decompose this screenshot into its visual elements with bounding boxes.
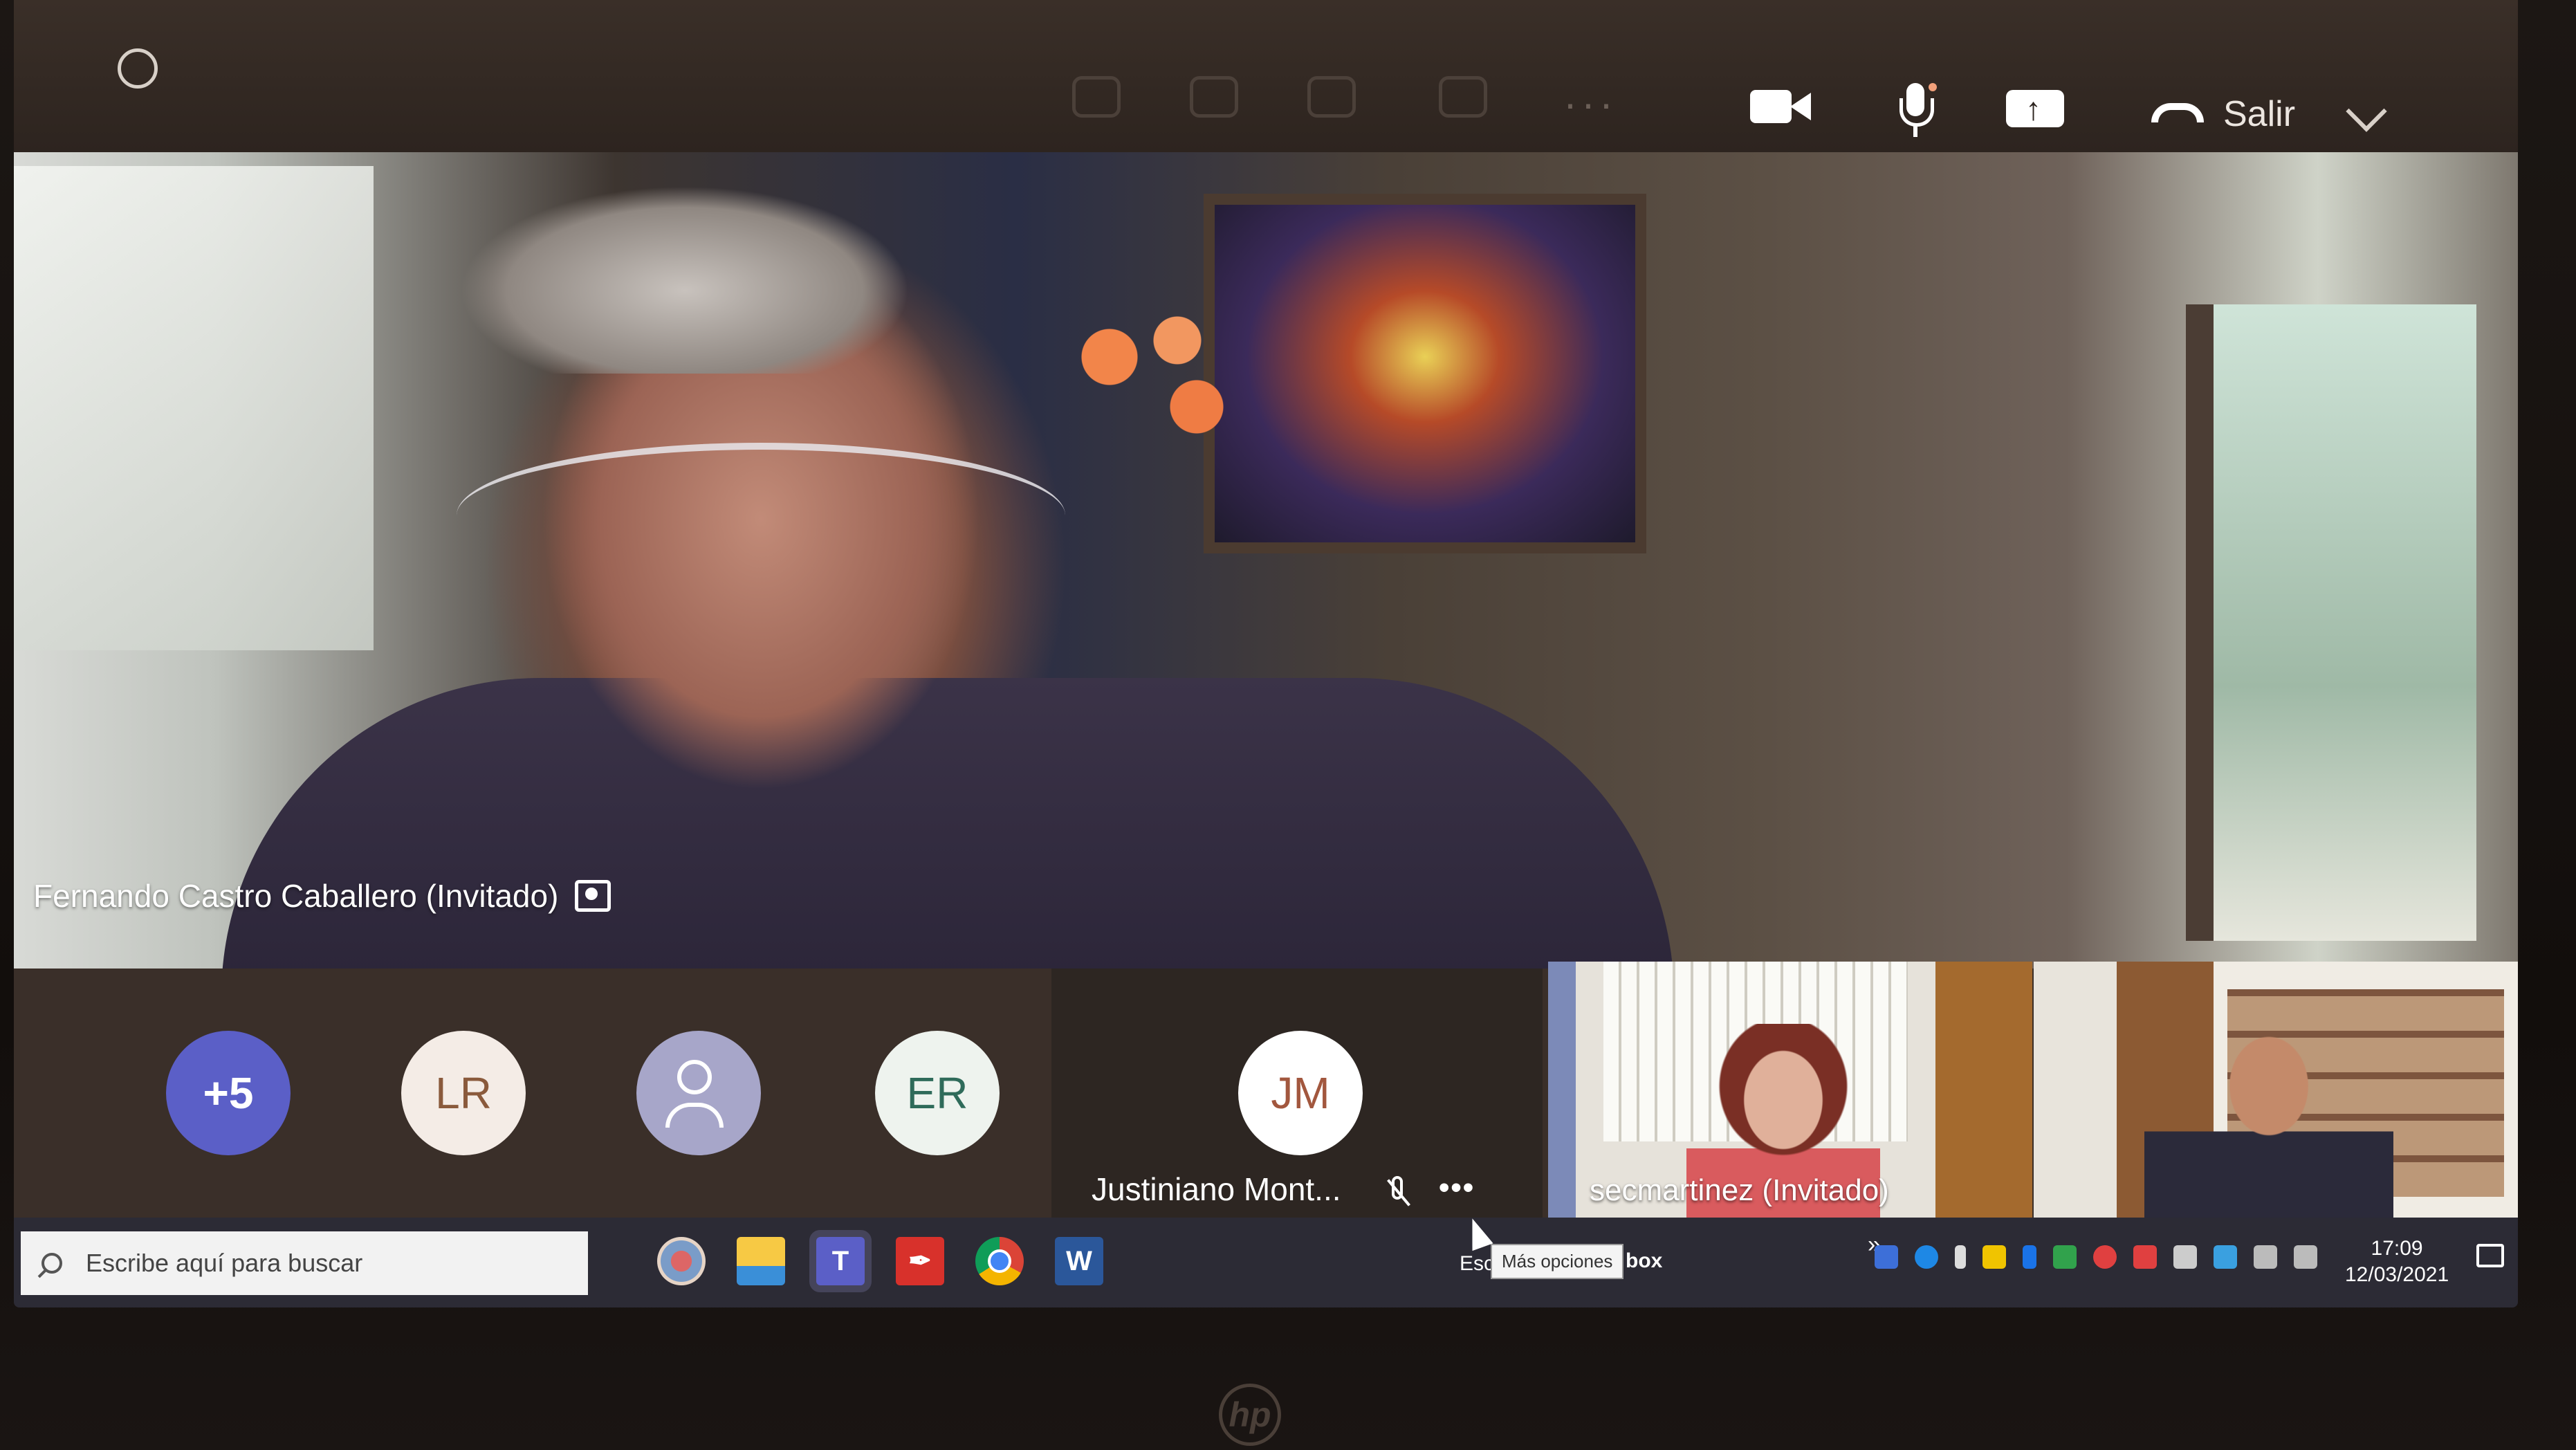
guest-badge-icon (575, 880, 611, 912)
overflow-participants-button[interactable]: +5 (166, 1031, 291, 1155)
system-tray (1875, 1245, 2317, 1269)
participant-name-jm: Justiniano Mont... (1092, 1171, 1341, 1207)
taskbar-app-icon[interactable] (657, 1237, 706, 1285)
microphone-tray-icon[interactable] (1955, 1245, 1966, 1269)
more-options-icon[interactable]: ••• (1439, 1171, 1475, 1205)
main-speaker-video: Fernando Castro Caballero (Invitado) (14, 152, 2518, 969)
taskbar-text-fragment-2: box (1626, 1249, 1663, 1272)
red-tray-icon[interactable] (2093, 1245, 2117, 1269)
person-icon (677, 1060, 712, 1094)
notifications-icon[interactable] (2476, 1244, 2504, 1267)
bluetooth-icon[interactable] (2023, 1245, 2036, 1269)
wifi-icon[interactable] (2254, 1245, 2277, 1269)
clock-date: 12/03/2021 (2345, 1263, 2449, 1286)
opera-tray-icon[interactable] (2133, 1245, 2157, 1269)
word-icon[interactable]: W (1055, 1237, 1103, 1285)
participant-video-secmartinez[interactable]: secmartinez (Invitado) (1548, 962, 2032, 1218)
search-icon (42, 1253, 62, 1274)
tray-window-icon[interactable] (2214, 1245, 2237, 1269)
hang-up-phone-icon (2151, 100, 2207, 128)
participant-name-secmartinez: secmartinez (Invitado) (1590, 1173, 1889, 1207)
taskbar-clock[interactable]: 17:09 12/03/2021 (2345, 1236, 2449, 1288)
camera-icon (1750, 90, 1792, 123)
security-tray-icon[interactable] (1982, 1245, 2006, 1269)
teams-meeting-window: ··· ↑ Salir Fernando Castro Caballero (I… (14, 0, 2518, 1307)
volume-icon[interactable] (2294, 1245, 2317, 1269)
teams-tray-icon[interactable] (1875, 1245, 1898, 1269)
taskbar-text-fragment: Esc (1460, 1252, 1495, 1275)
participant-person (2144, 1003, 2393, 1218)
background-painting (1204, 194, 1646, 553)
camera-button[interactable] (1750, 83, 1812, 131)
speaker-glasses (457, 443, 1065, 588)
raise-hand-icon[interactable] (1307, 76, 1356, 118)
expand-circle-icon[interactable] (118, 48, 158, 89)
file-explorer-icon[interactable] (737, 1237, 785, 1285)
mouse-cursor-icon (1462, 1214, 1493, 1251)
mic-muted-icon (1383, 1176, 1411, 1209)
leave-label: Salir (2223, 94, 2296, 134)
share-screen-button[interactable]: ↑ (2006, 83, 2068, 131)
participant-strip: +5 LR ER JM Justiniano Mont... ••• secma… (14, 962, 2518, 1218)
laptop-bezel: ··· ↑ Salir Fernando Castro Caballero (I… (0, 0, 2576, 1450)
chevron-down-icon[interactable] (2346, 91, 2387, 132)
participant-avatar-lr[interactable]: LR (401, 1031, 526, 1155)
hp-logo: hp (1219, 1384, 1281, 1446)
edge-tray-icon[interactable] (1915, 1245, 1938, 1269)
more-options-tooltip: Más opciones (1491, 1244, 1624, 1279)
participant-avatar-generic[interactable] (636, 1031, 761, 1155)
chrome-icon[interactable] (975, 1237, 1024, 1285)
people-icon[interactable] (1072, 76, 1121, 118)
participant-avatar-jm: JM (1238, 1031, 1363, 1155)
leave-button[interactable]: Salir (2151, 90, 2295, 138)
microphone-button[interactable] (1895, 83, 1937, 138)
teams-icon[interactable]: T (816, 1237, 865, 1285)
speaker-hair (374, 152, 996, 374)
background-doorway (2186, 304, 2476, 941)
speaker-name-label: Fernando Castro Caballero (Invitado) (33, 877, 611, 915)
clock-time: 17:09 (2371, 1237, 2423, 1260)
chat-icon[interactable] (1190, 76, 1238, 118)
participant-tile-jm[interactable]: JM Justiniano Mont... ••• (1051, 969, 1543, 1218)
meeting-toolbar: ··· ↑ Salir (14, 0, 2518, 152)
green-tray-icon[interactable] (2053, 1245, 2077, 1269)
participant-avatar-er[interactable]: ER (875, 1031, 1000, 1155)
taskbar-search-input[interactable]: Escribe aquí para buscar (21, 1231, 588, 1295)
background-window (14, 166, 374, 650)
up-arrow-icon: ↑ (2025, 91, 2041, 127)
acrobat-icon[interactable]: ✒ (896, 1237, 944, 1285)
windows-taskbar: Escribe aquí para buscar T ✒ W Esc Más o… (14, 1214, 2518, 1307)
search-placeholder: Escribe aquí para buscar (86, 1249, 363, 1277)
participant-video-unnamed[interactable] (2034, 962, 2518, 1218)
more-actions-icon[interactable]: ··· (1563, 80, 1617, 127)
dropbox-icon[interactable] (2173, 1245, 2197, 1269)
speaker-name: Fernando Castro Caballero (Invitado) (33, 878, 559, 914)
breakout-rooms-icon[interactable] (1439, 76, 1487, 118)
